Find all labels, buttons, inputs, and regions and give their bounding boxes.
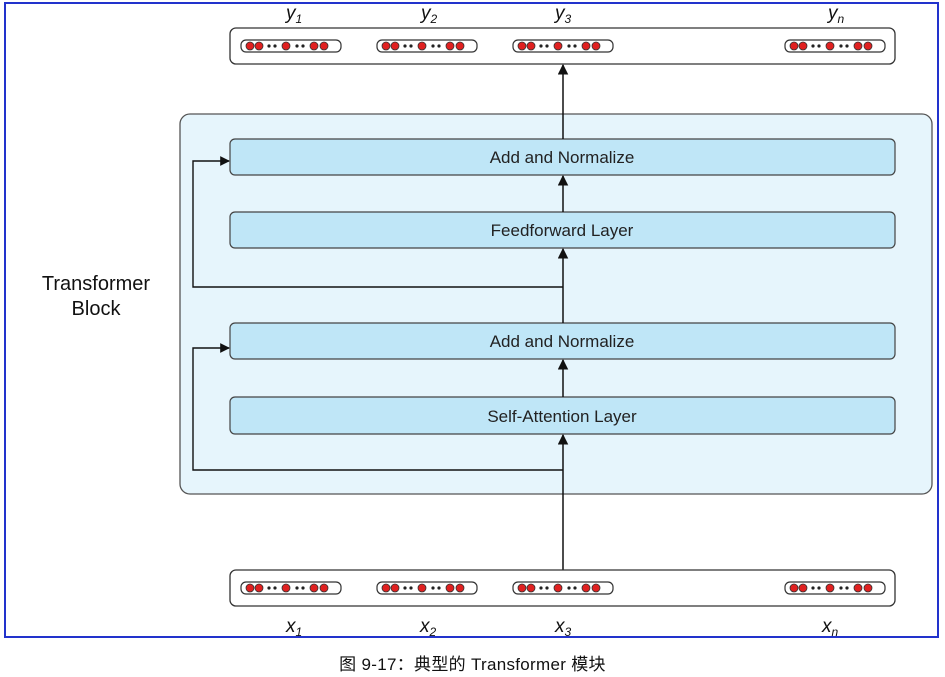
input-vector-4	[784, 581, 886, 595]
input-vectors	[240, 581, 886, 595]
input-vector-1	[240, 581, 342, 595]
output-vector-3	[512, 39, 614, 53]
feedforward-label: Feedforward Layer	[491, 221, 634, 240]
output-label-n: yn	[826, 3, 845, 26]
add-normalize-bottom-label: Add and Normalize	[490, 332, 635, 351]
output-vectors	[240, 39, 886, 53]
input-label-3: x3	[554, 616, 572, 639]
output-label-3: y3	[553, 3, 572, 26]
add-normalize-top-label: Add and Normalize	[490, 148, 635, 167]
output-vector-4	[784, 39, 886, 53]
input-label-1: x1	[285, 616, 302, 639]
input-label-2: x2	[419, 616, 437, 639]
block-label-line2: Block	[72, 298, 122, 320]
output-vector-2	[376, 39, 478, 53]
self-attention-label: Self-Attention Layer	[487, 407, 637, 426]
input-vector-3	[512, 581, 614, 595]
block-label-line1: Transformer	[42, 273, 151, 295]
figure-caption: 图 9-17：典型的 Transformer 模块	[339, 655, 606, 674]
input-vector-2	[376, 581, 478, 595]
transformer-diagram: y1 y2 y3 yn Transformer Block Add and No…	[42, 3, 933, 639]
output-label-2: y2	[419, 3, 438, 26]
input-label-n: xn	[821, 616, 839, 639]
output-label-1: y1	[284, 3, 302, 26]
output-vector-1	[240, 39, 342, 53]
